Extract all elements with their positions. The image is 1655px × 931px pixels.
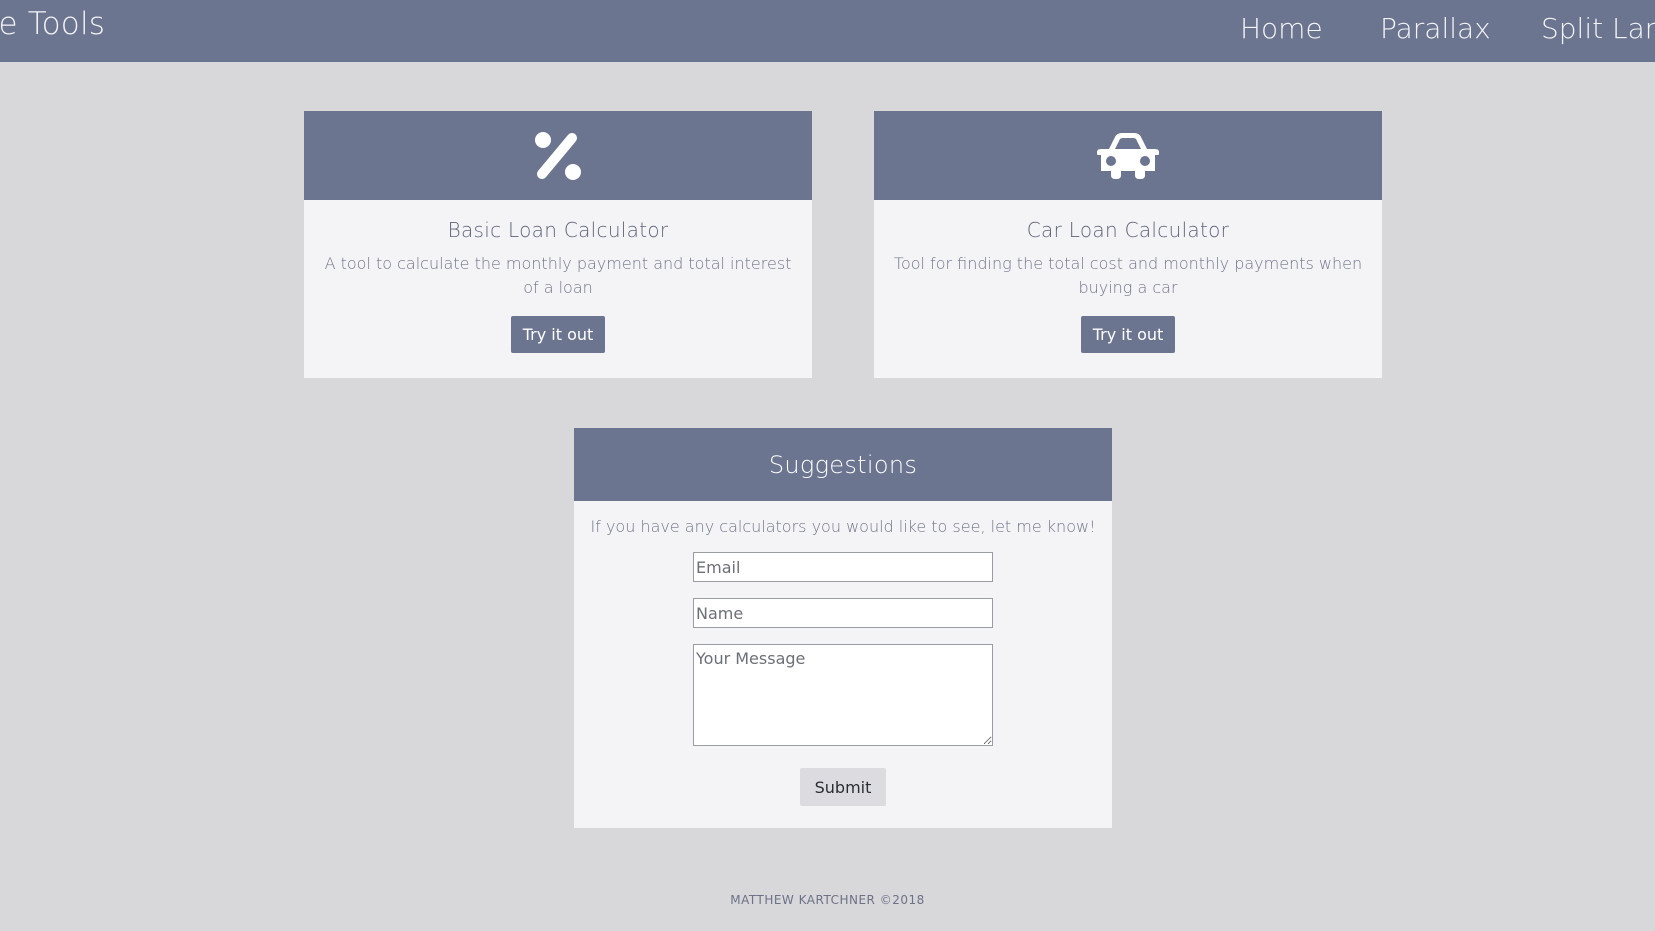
basic-loan-card: Basic Loan Calculator A tool to calculat… xyxy=(304,111,812,378)
try-car-loan-button[interactable]: Try it out xyxy=(1080,316,1176,353)
nav-link-parallax[interactable]: Parallax xyxy=(1380,12,1491,45)
card-header xyxy=(874,111,1382,200)
card-description: A tool to calculate the monthly payment … xyxy=(324,254,792,297)
suggestions-intro: If you have any calculators you would li… xyxy=(590,517,1096,536)
card-header xyxy=(304,111,812,200)
footer-copyright: MATTHEW KARTCHNER ©2018 xyxy=(730,893,925,907)
card-body: Car Loan Calculator Tool for finding the… xyxy=(874,200,1382,353)
card-title: Basic Loan Calculator xyxy=(447,218,669,242)
card-description: Tool for finding the total cost and mont… xyxy=(893,254,1363,297)
card-title: Car Loan Calculator xyxy=(1026,218,1230,242)
navbar: ace Tools Home Parallax Split Lan xyxy=(0,0,1655,62)
brand-title[interactable]: ace Tools xyxy=(0,6,105,42)
nav-link-split-landing[interactable]: Split Lan xyxy=(1541,12,1655,45)
suggestions-title: Suggestions xyxy=(574,428,1112,501)
percent-icon xyxy=(535,131,581,180)
submit-button[interactable]: Submit xyxy=(800,768,886,806)
suggestions-panel: Suggestions If you have any calculators … xyxy=(574,428,1112,828)
message-field[interactable] xyxy=(693,644,993,746)
card-body: Basic Loan Calculator A tool to calculat… xyxy=(304,200,812,353)
nav-link-home[interactable]: Home xyxy=(1240,12,1323,45)
car-icon xyxy=(1097,132,1159,179)
try-basic-loan-button[interactable]: Try it out xyxy=(510,316,606,353)
name-field[interactable] xyxy=(693,598,993,628)
email-field[interactable] xyxy=(693,552,993,582)
car-loan-card: Car Loan Calculator Tool for finding the… xyxy=(874,111,1382,378)
